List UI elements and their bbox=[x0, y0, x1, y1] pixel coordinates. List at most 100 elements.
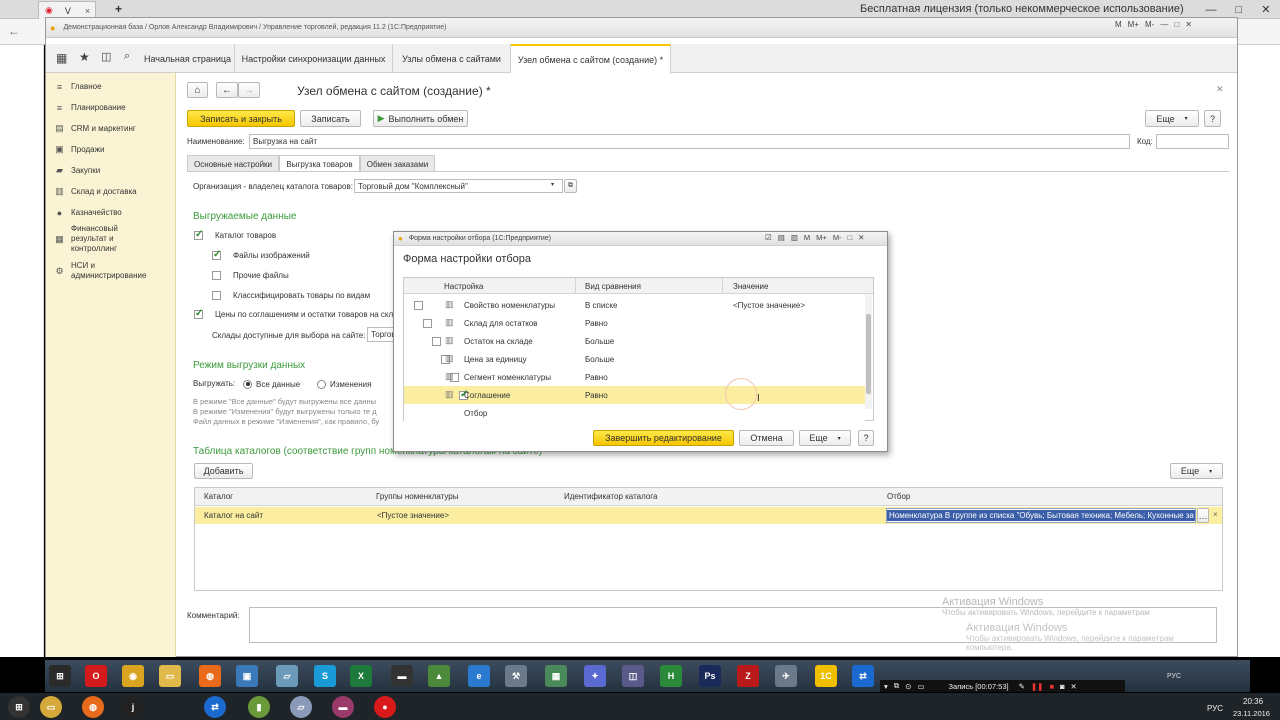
sidebar-item-main[interactable]: ≡ Главное bbox=[46, 76, 175, 97]
dialog-close-icon[interactable]: ✕ bbox=[858, 233, 864, 242]
sidebar-item-finance[interactable]: ▦ Финансовый результат и контроллинг bbox=[46, 223, 175, 255]
rec-close-icon[interactable]: ✕ bbox=[1071, 682, 1077, 691]
hs-icon[interactable]: H bbox=[660, 665, 682, 687]
table-more-button[interactable]: Еще ▾ bbox=[1170, 463, 1223, 479]
maximize-icon[interactable]: □ bbox=[1236, 4, 1243, 16]
firefox-icon[interactable]: ◍ bbox=[199, 665, 221, 687]
favorites-star-icon[interactable]: ★ bbox=[79, 50, 90, 64]
title-btn-mplus[interactable]: M+ bbox=[1128, 20, 1139, 29]
tab-home[interactable]: Начальная страница bbox=[141, 44, 235, 73]
explorer-icon[interactable]: ▭ bbox=[159, 665, 181, 687]
dialog-scrollbar[interactable] bbox=[865, 294, 872, 409]
dialog-maximize-icon[interactable]: □ bbox=[848, 233, 853, 242]
outer-start-icon[interactable]: ⊞ bbox=[8, 696, 30, 718]
rec-stop-icon[interactable]: ■ bbox=[1049, 682, 1054, 691]
row-checkbox[interactable] bbox=[414, 301, 423, 310]
grid-icon[interactable]: ▦ bbox=[545, 665, 567, 687]
radio-changes-row[interactable]: Изменения bbox=[317, 375, 371, 393]
dialog-doc-icon[interactable]: ▤ bbox=[778, 233, 785, 242]
sections-grid-icon[interactable]: ▦ bbox=[56, 51, 67, 65]
image-icon[interactable]: ▲ bbox=[428, 665, 450, 687]
close-icon[interactable]: ✕ bbox=[1261, 3, 1270, 16]
ie-icon[interactable]: e bbox=[468, 665, 490, 687]
chrome-icon[interactable]: ◉ bbox=[122, 665, 144, 687]
tray-lang[interactable]: РУС bbox=[1207, 704, 1223, 713]
run-exchange-button[interactable]: ▶ Выполнить обмен bbox=[373, 110, 468, 127]
org-dropdown-icon[interactable]: ▾ bbox=[551, 181, 554, 188]
form-close-icon[interactable]: ✕ bbox=[1216, 84, 1224, 95]
org-open-button[interactable]: ⧉ bbox=[564, 179, 577, 193]
rec-camera2-icon[interactable]: ◙ bbox=[1060, 682, 1065, 691]
name-input[interactable]: Выгрузка на сайт bbox=[249, 134, 1130, 149]
tab-node-create[interactable]: Узел обмена с сайтом (создание) * bbox=[511, 44, 671, 74]
sidebar-item-purchases[interactable]: ▰ Закупки bbox=[46, 160, 175, 181]
dialog-checkbox-icon[interactable]: ☑ bbox=[765, 233, 772, 242]
dialog-btn-m[interactable]: M bbox=[804, 233, 810, 242]
start-windows-icon[interactable]: ⊞ bbox=[49, 665, 71, 687]
title-btn-mminus[interactable]: M- bbox=[1145, 20, 1154, 29]
back-button[interactable]: ← bbox=[216, 82, 238, 98]
radio-all-row[interactable]: Все данные bbox=[243, 375, 300, 393]
outer-record-icon[interactable]: ● bbox=[374, 696, 396, 718]
browser-back-icon[interactable]: ← bbox=[8, 24, 20, 38]
skype-icon[interactable]: S bbox=[314, 665, 336, 687]
outer-notes-icon[interactable]: ▱ bbox=[290, 696, 312, 718]
save-button[interactable]: Записать bbox=[300, 110, 361, 127]
ps-icon[interactable]: Ps bbox=[699, 665, 721, 687]
dialog-cancel-button[interactable]: Отмена bbox=[739, 430, 794, 446]
more-button[interactable]: Еще ▾ bbox=[1145, 110, 1199, 127]
app-maximize-icon[interactable]: □ bbox=[1174, 20, 1179, 29]
dialog-help-button[interactable]: ? bbox=[858, 430, 874, 446]
sidebar-item-planning[interactable]: ≡ Планирование bbox=[46, 97, 175, 118]
excel-icon[interactable]: X bbox=[350, 665, 372, 687]
monitor-icon[interactable]: ▣ bbox=[236, 665, 258, 687]
dialog-btn-mplus[interactable]: M+ bbox=[816, 233, 827, 242]
catalog-checkbox[interactable] bbox=[194, 229, 203, 240]
filezilla-icon[interactable]: Z bbox=[737, 665, 759, 687]
sidebar-item-sales[interactable]: ▣ Продажи bbox=[46, 139, 175, 160]
outer-firefox-icon[interactable]: ◍ bbox=[82, 696, 104, 718]
row-checkbox[interactable] bbox=[423, 319, 432, 328]
rec-dropdown-icon[interactable]: ▾ bbox=[884, 682, 888, 691]
rec-pen-icon[interactable]: ✎ bbox=[1019, 682, 1025, 691]
save-close-button[interactable]: Записать и закрыть bbox=[187, 110, 295, 127]
search-icon[interactable]: ⌕ bbox=[124, 50, 130, 63]
row-checkbox[interactable] bbox=[432, 337, 441, 346]
home-button[interactable]: ⌂ bbox=[187, 82, 208, 98]
prices-checkbox[interactable] bbox=[194, 308, 203, 319]
dialog-btn-mminus[interactable]: M- bbox=[833, 233, 842, 242]
history-icon[interactable]: ◫ bbox=[101, 50, 111, 63]
images-checkbox[interactable] bbox=[212, 249, 221, 260]
subtab-orders[interactable]: Обмен заказами bbox=[360, 155, 435, 172]
minimize-icon[interactable]: — bbox=[1206, 4, 1217, 16]
app-close-icon[interactable]: ✕ bbox=[1185, 20, 1192, 29]
subtab-basic[interactable]: Основные настройки bbox=[187, 155, 279, 172]
tab-sync-settings[interactable]: Настройки синхронизации данных bbox=[235, 44, 393, 73]
inner-lang[interactable]: РУС bbox=[1167, 673, 1181, 680]
sidebar-item-crm[interactable]: ▤ CRM и маркетинг bbox=[46, 118, 175, 139]
cell-filter-clear-icon[interactable]: × bbox=[1213, 510, 1218, 519]
cell-filter[interactable]: Номенклатура В группе из списка "Обувь; … bbox=[886, 508, 1196, 523]
terminal-icon[interactable]: ▬ bbox=[391, 665, 413, 687]
app-minimize-icon[interactable]: — bbox=[1160, 20, 1168, 29]
add-button[interactable]: Добавить bbox=[194, 463, 253, 479]
sidebar-item-warehouse[interactable]: ▥ Склад и доставка bbox=[46, 181, 175, 202]
outer-java-icon[interactable]: j bbox=[122, 696, 144, 718]
classify-checkbox[interactable] bbox=[212, 290, 221, 300]
dialog-doc2-icon[interactable]: ▥ bbox=[791, 233, 798, 242]
sidebar-item-admin[interactable]: ⚙ НСИ и администрирование bbox=[46, 255, 175, 287]
other-files-checkbox[interactable] bbox=[212, 270, 221, 280]
dialog-more-button[interactable]: Еще ▾ bbox=[799, 430, 851, 446]
rec-pause-icon[interactable]: ❚❚ bbox=[1031, 682, 1044, 691]
help-button[interactable]: ? bbox=[1204, 110, 1221, 127]
code-input[interactable] bbox=[1156, 134, 1229, 149]
rec-camera-icon[interactable]: ⊙ bbox=[905, 682, 911, 691]
bird-icon[interactable]: ✈ bbox=[775, 665, 797, 687]
cell-filter-choose-button[interactable]: … bbox=[1197, 508, 1209, 523]
finish-editing-button[interactable]: Завершить редактирование bbox=[593, 430, 734, 446]
rec-window-icon[interactable]: ⧉ bbox=[894, 681, 899, 691]
puzzle-icon[interactable]: ✦ bbox=[584, 665, 606, 687]
notes-icon[interactable]: ▱ bbox=[276, 665, 298, 687]
org-input[interactable]: Торговый дом "Комплексный" bbox=[354, 179, 563, 193]
rec-screen-icon[interactable]: ▭ bbox=[917, 682, 924, 691]
